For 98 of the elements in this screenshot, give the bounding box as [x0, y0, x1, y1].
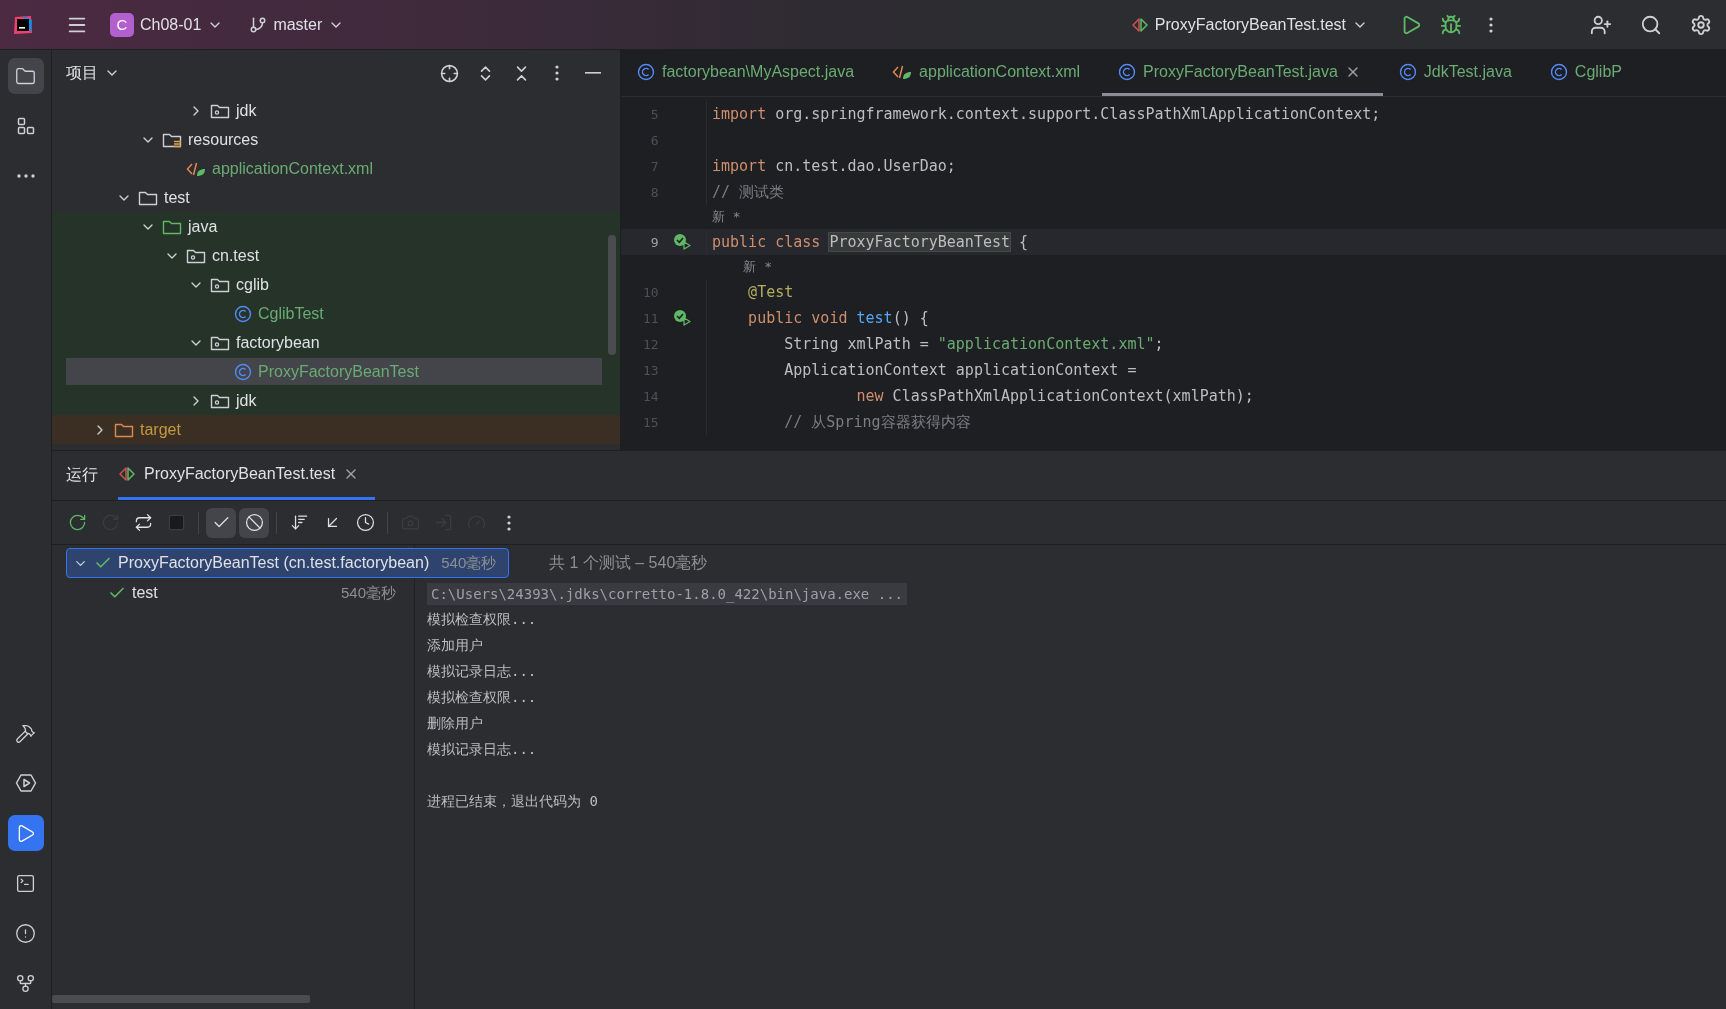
- editor-tab[interactable]: JdkTest.java: [1382, 50, 1534, 96]
- tree-label: jdk: [236, 391, 257, 410]
- code-line: new ClassPathXmlApplicationContext(xmlPath);: [855, 387, 1254, 405]
- project-selector[interactable]: C Ch08-01: [110, 12, 224, 37]
- panel-title-dropdown[interactable]: 项目: [66, 62, 120, 84]
- code-line: // 从Spring容器获得内容: [783, 412, 971, 432]
- code-line: public void test() {: [747, 309, 929, 327]
- user-plus-icon: [1590, 13, 1612, 36]
- console-output: 模拟检查权限...: [427, 689, 537, 707]
- tree-item[interactable]: resources: [52, 125, 620, 154]
- run-configuration-selector[interactable]: ProxyFactoryBeanTest.test: [1130, 15, 1368, 34]
- tree-item[interactable]: cglib: [52, 270, 620, 299]
- toolbar-button[interactable]: [239, 507, 269, 538]
- code-line: import cn.test.dao.UserDao;: [711, 157, 956, 175]
- panel-title: 运行: [66, 465, 98, 485]
- tree-item[interactable]: jdk: [52, 96, 620, 125]
- git-icon: [15, 972, 36, 994]
- tree-label: target: [140, 420, 181, 439]
- console-output: 模拟记录日志...: [427, 741, 537, 759]
- tree-item[interactable]: test: [52, 183, 620, 212]
- more-icon: [555, 65, 559, 81]
- console-output: 添加用户: [427, 637, 483, 655]
- code-line: public class ProxyFactoryBeanTest {: [711, 233, 1029, 251]
- tree-label: test: [164, 188, 190, 207]
- toolbar-button[interactable]: [206, 507, 236, 538]
- test-summary: 共 1 个测试 – 540毫秒: [549, 552, 708, 573]
- class-icon: [637, 62, 655, 81]
- terminal-icon: [15, 872, 36, 894]
- tree-label: jdk: [236, 101, 257, 120]
- problems-icon: [15, 922, 36, 944]
- tree-label: cn.test: [212, 246, 260, 265]
- tree-label: ProxyFactoryBeanTest: [258, 362, 419, 381]
- code-line: ApplicationContext applicationContext =: [783, 361, 1137, 379]
- tree-item[interactable]: jdk: [52, 386, 620, 415]
- class-icon: [234, 362, 252, 381]
- console-output: 模拟检查权限...: [427, 611, 537, 629]
- services-icon: [14, 772, 37, 794]
- code-line: import org.springframework.context.support.ClassPathXmlApplicationContext;: [711, 105, 1381, 123]
- app-logo-icon[interactable]: [12, 13, 34, 36]
- class-icon: [1398, 62, 1417, 81]
- tree-item[interactable]: factorybean: [52, 328, 620, 357]
- tree-label: java: [188, 217, 218, 236]
- code-line: // 测试类: [711, 182, 785, 202]
- tree-label: resources: [188, 130, 259, 149]
- settings-icon: [1690, 13, 1712, 36]
- run-tab[interactable]: ProxyFactoryBeanTest.test: [118, 451, 376, 500]
- more-icon: [1489, 16, 1493, 33]
- folder-icon: [15, 65, 36, 87]
- test-duration: 540毫秒: [441, 553, 497, 573]
- test-passed-run-icon[interactable]: [672, 309, 693, 327]
- crosshair-icon: [439, 63, 459, 83]
- scrollbar[interactable]: [52, 995, 310, 1003]
- tool-window-button[interactable]: [7, 815, 44, 851]
- code-hint: 新 *: [711, 208, 741, 226]
- tree-item[interactable]: cn.test: [52, 241, 620, 270]
- test-name: test: [132, 584, 158, 602]
- tree-label: CglibTest: [258, 304, 324, 323]
- console-output: 删除用户: [427, 715, 483, 733]
- test-name: ProxyFactoryBeanTest (cn.test.factorybean): [118, 554, 430, 572]
- editor-tab[interactable]: factorybean\MyAspect.java: [621, 50, 877, 96]
- scrollbar[interactable]: [608, 235, 616, 355]
- test-config-icon: [1130, 16, 1149, 33]
- editor-tab[interactable]: ProxyFactoryBeanTest.java: [1102, 50, 1383, 96]
- tool-window-button[interactable]: [7, 58, 44, 94]
- console-command: C:\Users\24393\.jdks\corretto-1.8.0_422\bin\java.exe ...: [427, 583, 907, 605]
- branch-icon: [249, 15, 268, 34]
- tree-item[interactable]: CglibTest: [52, 299, 620, 328]
- tree-item[interactable]: target: [52, 415, 620, 444]
- editor-tab[interactable]: CglibP: [1533, 50, 1644, 96]
- hammer-icon: [15, 722, 36, 744]
- bug-icon: [1440, 13, 1462, 36]
- minimize-icon: [585, 72, 601, 74]
- tree-item[interactable]: applicationContext.xml: [52, 154, 620, 183]
- test-duration: 540毫秒: [340, 583, 396, 603]
- line-number: 9: [649, 234, 659, 250]
- project-badge: C: [110, 12, 134, 37]
- test-passed-run-icon[interactable]: [672, 233, 693, 251]
- class-icon: [234, 304, 252, 323]
- more-icon: [16, 174, 35, 178]
- tree-item[interactable]: ProxyFactoryBeanTest: [52, 357, 620, 386]
- tree-label: factorybean: [236, 333, 320, 352]
- search-icon: [1640, 13, 1662, 36]
- test-tree-item[interactable]: ProxyFactoryBeanTest (cn.test.factorybean) 540毫秒: [66, 548, 510, 578]
- console-output: 模拟记录日志...: [427, 663, 537, 681]
- code-line: String xmlPath = "applicationContext.xml";: [783, 335, 1164, 353]
- editor-tab[interactable]: applicationContext.xml: [876, 50, 1103, 96]
- tree-item[interactable]: java: [52, 212, 620, 241]
- tree-label: applicationContext.xml: [212, 159, 373, 178]
- test-config-icon: [118, 466, 136, 482]
- structure-icon: [15, 116, 36, 136]
- test-tree-item[interactable]: test 540毫秒: [66, 578, 414, 608]
- tree-label: cglib: [236, 275, 269, 294]
- class-icon: [1118, 62, 1137, 81]
- code-line: @Test: [747, 283, 794, 301]
- code-hint: 新 *: [742, 258, 772, 276]
- console-output: 进程已结束，退出代码为 0: [427, 793, 598, 811]
- branch-selector[interactable]: master: [249, 15, 345, 34]
- class-icon: [1549, 62, 1568, 81]
